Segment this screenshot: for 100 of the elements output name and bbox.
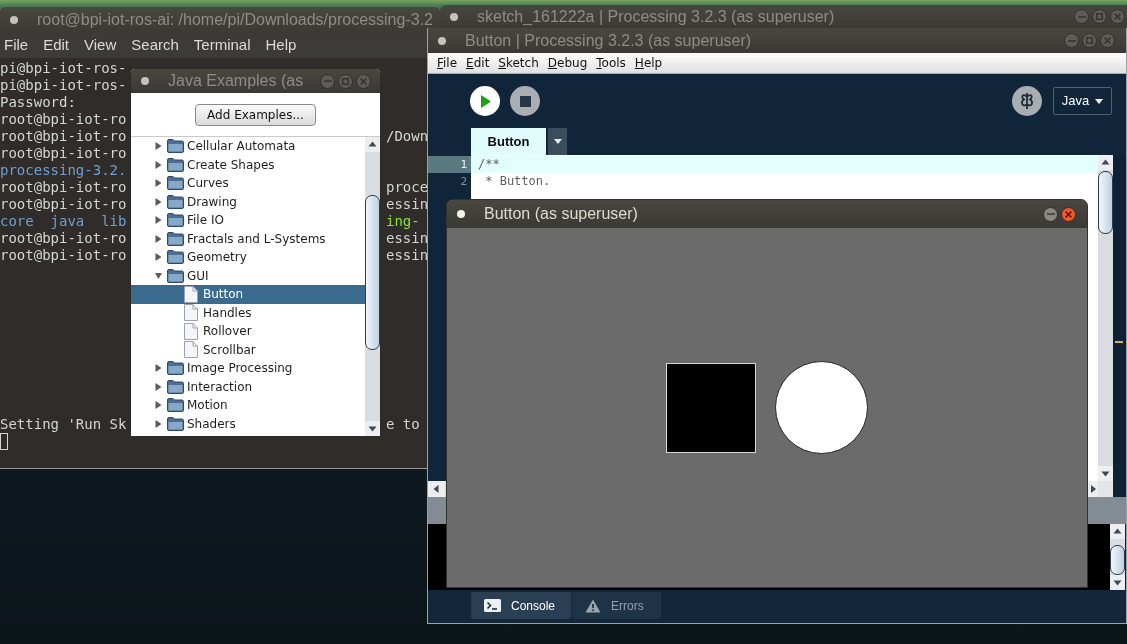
add-examples-button[interactable]: Add Examples... [195,103,316,126]
tree-item[interactable]: Interaction [131,377,365,396]
terminal-text: root@bpi-iot-ro [0,246,127,264]
caret-right-icon[interactable] [155,234,162,243]
vertical-scrollbar[interactable] [1098,155,1113,481]
tree-item[interactable]: Scrollbar [131,340,365,359]
caret-right-icon[interactable] [155,216,162,225]
window-dot-icon[interactable] [457,210,465,218]
run-button[interactable] [470,86,500,116]
menu-item[interactable]: Edit [43,34,70,57]
menu-item[interactable]: File [437,54,458,72]
window-title: sketch_161222a | Processing 3.2.3 (as superuser) [477,7,835,26]
menu-item[interactable]: Debug [547,54,588,72]
menu-item[interactable]: Sketch [498,54,539,72]
play-icon [481,94,491,108]
folder-icon [167,416,184,431]
mode-button[interactable]: Java [1053,87,1112,115]
square-icon [1086,37,1093,44]
tree-item[interactable]: Handles [131,303,365,322]
window-title: Button (as superuser) [484,205,638,223]
vertical-scrollbar[interactable] [365,137,380,436]
terminal-text: processing-3.2. [0,161,127,179]
cursor-icon [0,433,8,450]
panel-tab[interactable]: Errors [572,592,661,619]
debug-button[interactable] [1012,86,1042,116]
caret-right-icon[interactable] [155,419,162,428]
folder-icon [167,361,184,376]
caret-right-icon[interactable] [155,179,162,188]
stop-button[interactable] [510,86,540,116]
tree-item[interactable]: Shaders [131,414,365,433]
menu-item[interactable]: View [84,34,117,57]
tree-item[interactable]: Drawing [131,192,365,211]
window-title: root@bpi-iot-ros-ai: /home/pi/Downloads/processing-3.2 [37,11,433,29]
tree-item[interactable]: Rollover [131,322,365,341]
scrollbar-corner [1098,481,1113,497]
tree-item[interactable]: File IO [131,211,365,230]
scrollbar-thumb[interactable] [365,195,380,350]
terminal-text: proce [386,178,429,196]
menu-item[interactable]: File [4,34,29,57]
terminal-text: Setting 'Run Sk [0,416,127,433]
folder-icon [167,194,184,209]
terminal-text: root@bpi-iot-ro [0,127,127,145]
folder-icon [167,157,184,172]
tree-item[interactable]: Create Shapes [131,155,365,174]
caret-right-icon[interactable] [155,160,162,169]
editor-tab[interactable]: Button [471,128,546,155]
caret-down-icon [553,139,562,144]
close-icon [1065,210,1072,218]
line-marker-icon [1115,341,1123,343]
file-icon [184,322,198,340]
tree-item[interactable]: Cellular Automata [131,137,365,156]
window-dot-icon[interactable] [10,16,18,24]
caret-right-icon[interactable] [155,253,162,262]
menu-item[interactable]: Terminal [193,34,251,57]
caret-right-icon[interactable] [155,364,162,373]
caret-right-icon[interactable] [155,142,162,151]
window-dot-icon[interactable] [438,36,446,45]
vertical-scrollbar[interactable] [1110,524,1125,590]
close-icon [1104,37,1111,44]
menu-item[interactable]: Edit [466,54,490,72]
terminal-text: essin [386,246,429,264]
caret-down-icon[interactable] [155,271,162,280]
scrollbar-thumb[interactable] [1110,545,1125,575]
terminal-text: root@bpi-iot-ro [0,110,127,128]
minimize-button[interactable] [1043,206,1058,222]
window-title: Java Examples (as [168,72,304,90]
scrollbar-thumb[interactable] [1098,171,1113,234]
tree-item[interactable]: Motion [131,396,365,415]
close-button[interactable] [1061,206,1076,222]
tree-item[interactable]: GUI [131,266,365,285]
code-editor[interactable]: /** * Button. [471,155,1098,199]
window-dot-icon[interactable] [141,77,149,85]
butterfly-icon [1019,92,1035,110]
terminal-text: /Down [386,127,429,145]
tree-item[interactable]: Button [131,285,365,304]
menu-item[interactable]: Tools [596,54,626,72]
terminal-text: pi@bpi-iot-ros- [0,59,127,77]
menu-item[interactable]: Search [131,34,179,57]
folder-icon [167,250,184,265]
window-dot-icon[interactable] [450,12,458,21]
terminal-text: root@bpi-iot-ro [0,178,127,196]
terminal-text: ing- [386,212,420,230]
tree-item[interactable]: Fractals and L-Systems [131,229,365,248]
square-icon [342,77,349,85]
line-number: 2 [459,174,468,190]
tab-menu-button[interactable] [548,128,567,155]
tree-item[interactable]: Geometry [131,248,365,267]
folder-icon [167,268,184,283]
caret-right-icon[interactable] [155,197,162,206]
terminal-text: pi@bpi-iot-ros- [0,76,127,94]
menu-item[interactable]: Help [265,34,297,57]
tree-item[interactable]: Curves [131,174,365,193]
caret-right-icon[interactable] [155,382,162,391]
file-icon [184,285,198,303]
square-icon [1096,13,1103,20]
folder-icon [167,398,184,413]
menu-item[interactable]: Help [634,54,663,72]
caret-right-icon[interactable] [155,401,162,410]
panel-tab[interactable]: Console [471,592,571,619]
tree-item[interactable]: Image Processing [131,359,365,378]
